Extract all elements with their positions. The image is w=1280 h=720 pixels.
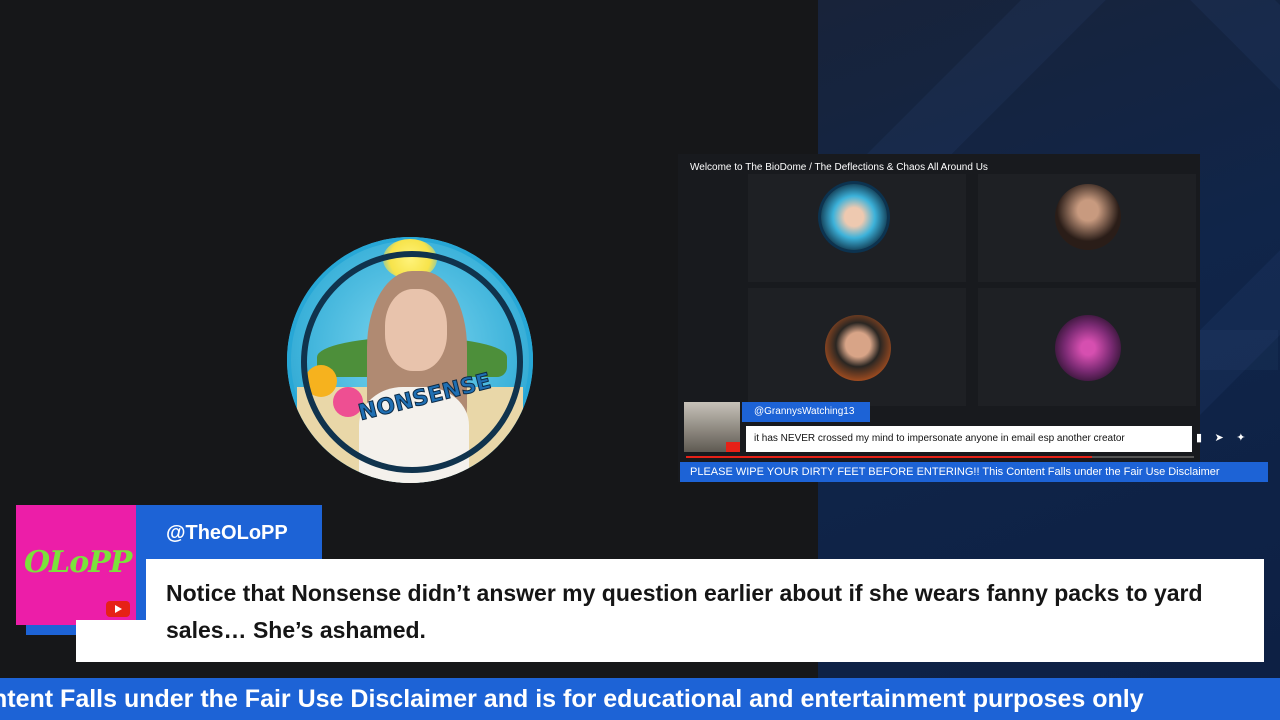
chat-message: Notice that Nonsense didn’t answer my qu… xyxy=(146,559,1264,662)
share-icon[interactable]: ➤ xyxy=(1215,432,1224,444)
chat-username: @TheOLoPP xyxy=(136,505,322,559)
comment-icon[interactable]: ▮ xyxy=(1196,432,1202,444)
video-progress-fill xyxy=(686,456,1093,458)
chat-message: it has NEVER crossed my mind to imperson… xyxy=(746,426,1192,452)
embedded-video[interactable]: Welcome to The BioDome / The Deflections… xyxy=(678,154,1200,482)
participant-avatar xyxy=(1055,184,1121,250)
chat-username: @GrannysWatching13 xyxy=(742,402,870,422)
participant-tile xyxy=(978,174,1196,282)
embed-title: Welcome to The BioDome / The Deflections… xyxy=(690,162,988,173)
ticker-text: ntent Falls under the Fair Use Disclaime… xyxy=(0,685,1144,713)
youtube-icon xyxy=(106,601,130,617)
bottom-ticker: ntent Falls under the Fair Use Disclaime… xyxy=(0,678,1280,720)
chat-avatar: OLoPP xyxy=(16,505,136,625)
embed-controls: ▮ ➤ ✦ xyxy=(1196,428,1276,444)
avatar-logo-text: OLoPP xyxy=(24,545,132,580)
participant-tile xyxy=(978,288,1196,406)
chat-avatar xyxy=(684,402,740,452)
participant-avatar xyxy=(825,315,891,381)
embed-ticker: PLEASE WIPE YOUR DIRTY FEET BEFORE ENTER… xyxy=(680,462,1268,482)
avatar-ring xyxy=(301,251,523,473)
participant-tile xyxy=(748,174,966,282)
video-progress-bar[interactable] xyxy=(686,456,1194,458)
participant-tile xyxy=(748,288,966,406)
youtube-icon xyxy=(726,442,740,452)
sparkle-icon[interactable]: ✦ xyxy=(1236,432,1245,444)
participant-avatar xyxy=(821,184,887,250)
main-avatar: NONSENSE xyxy=(287,237,533,483)
participant-avatar xyxy=(1055,315,1121,381)
